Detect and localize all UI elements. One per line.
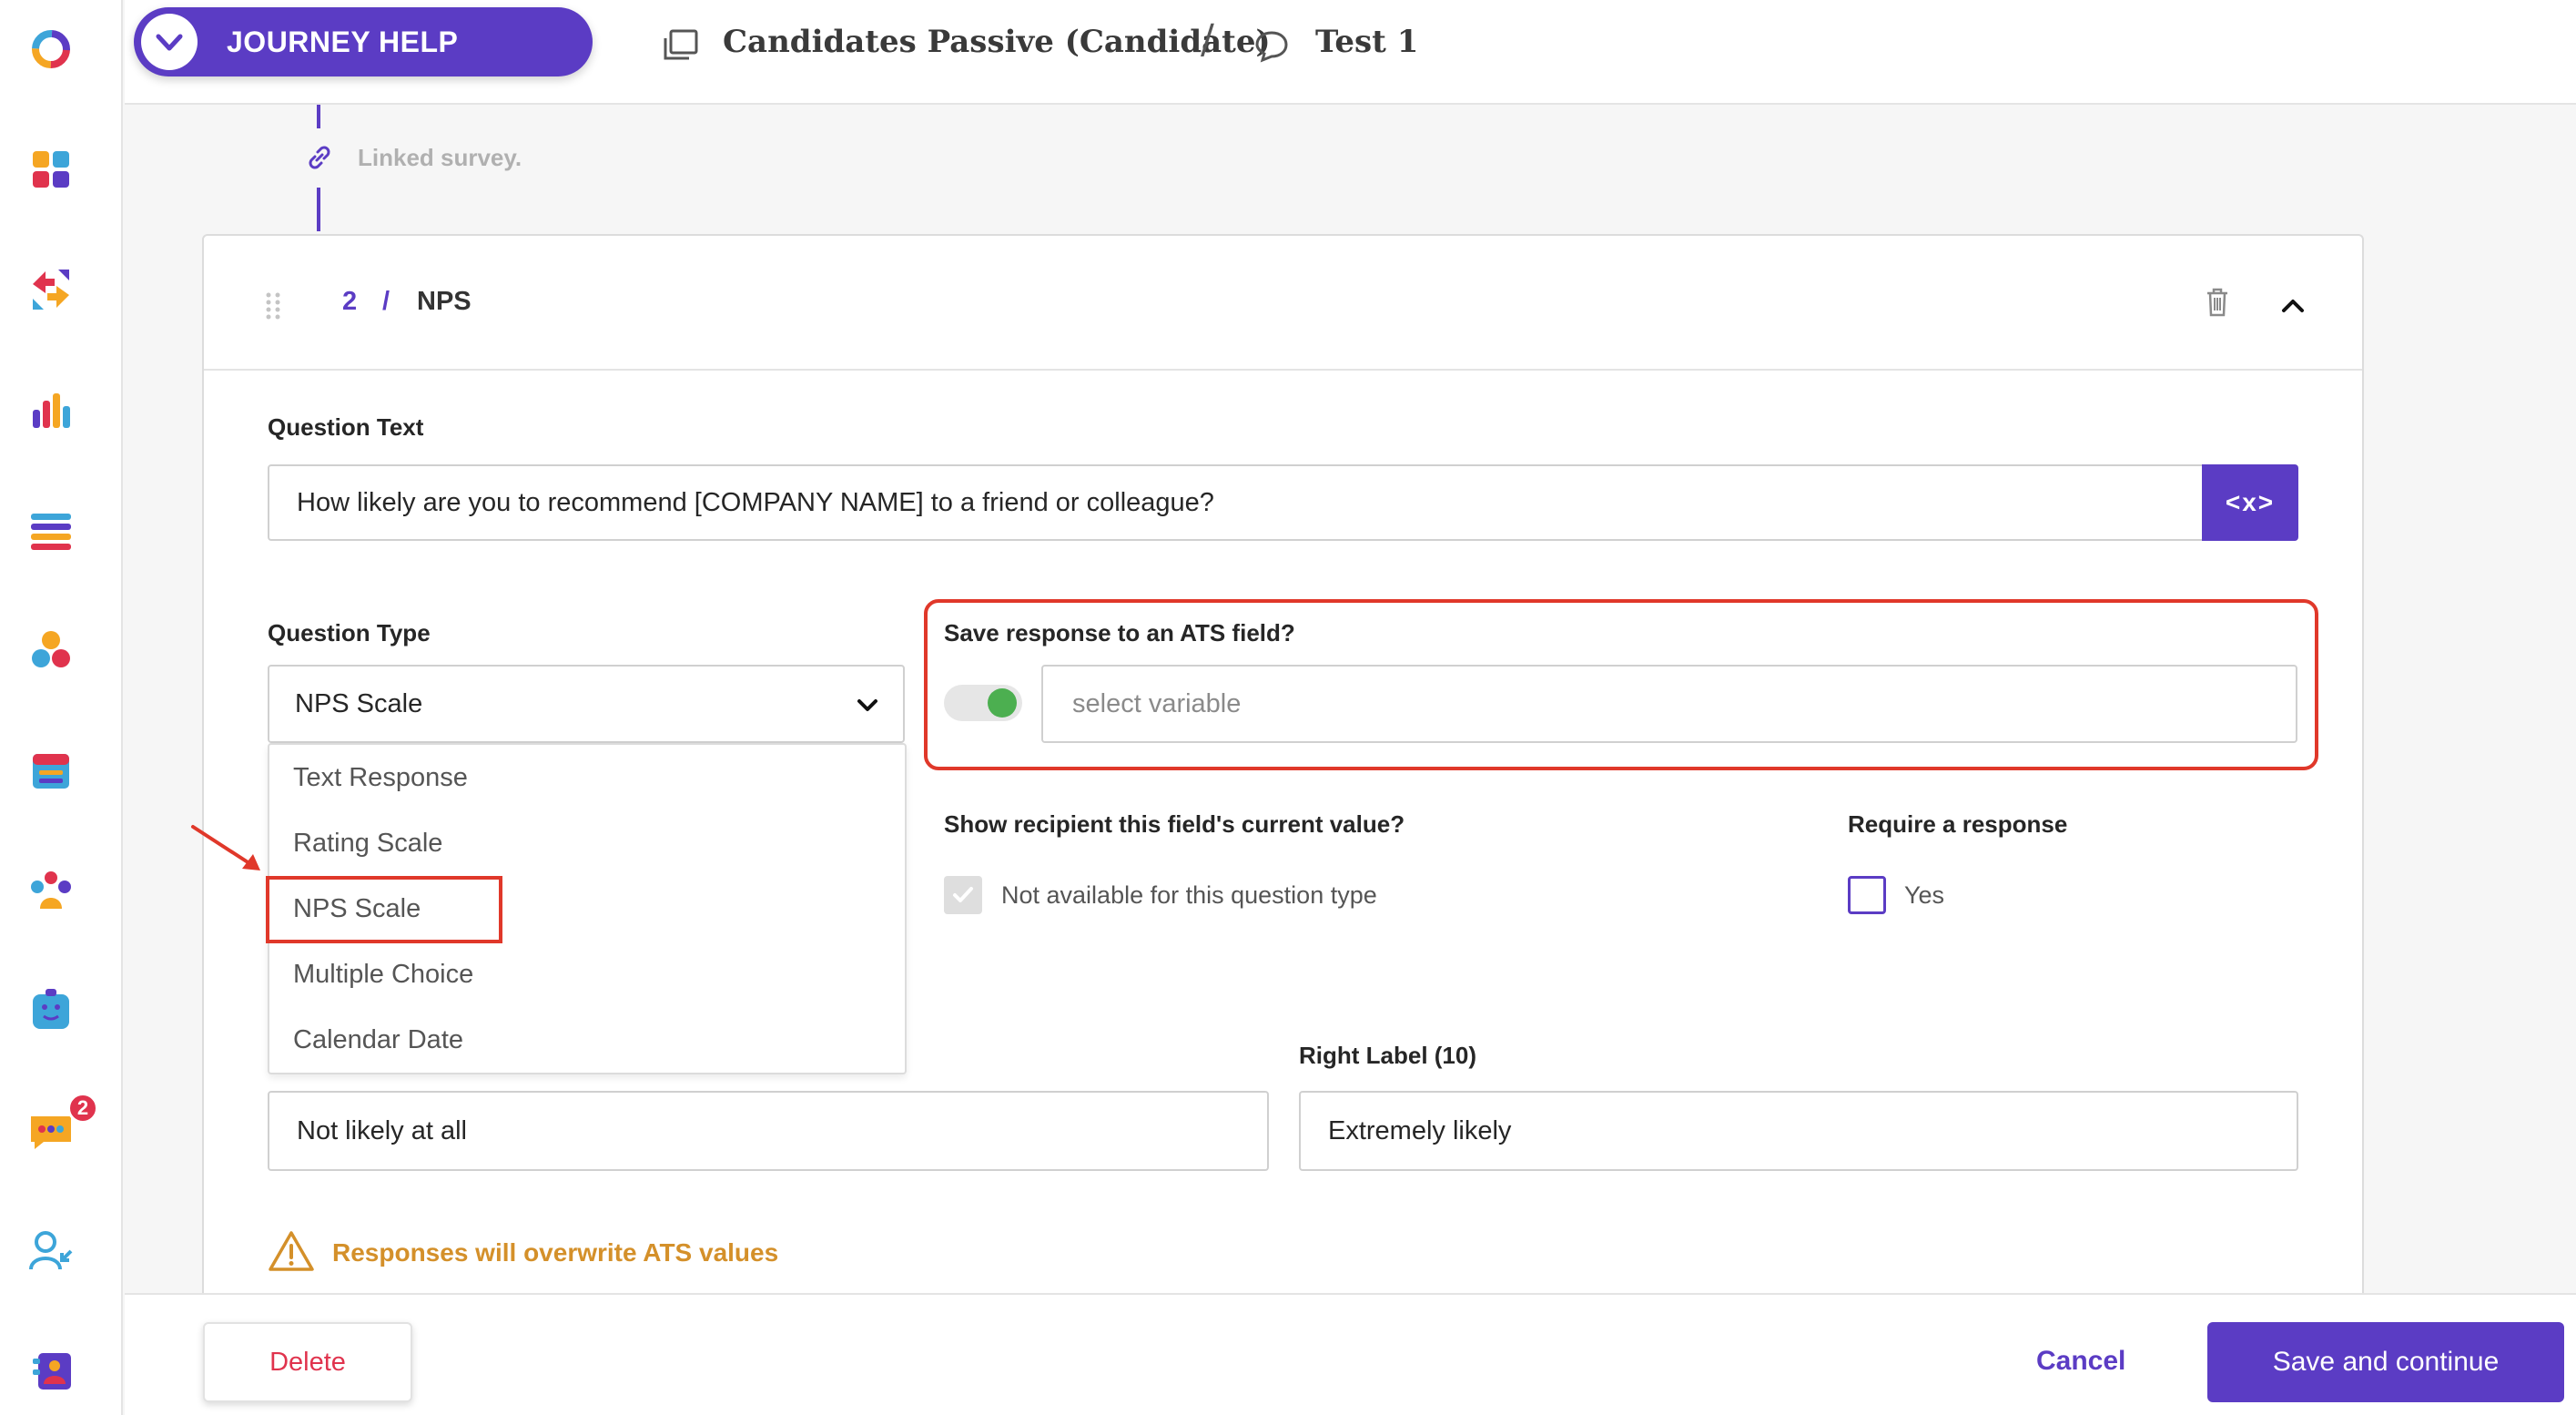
journeys-icon[interactable] <box>27 266 75 313</box>
chevron-up-icon[interactable] <box>2279 296 2307 314</box>
show-current-value-label: Show recipient this field's current valu… <box>944 810 1405 838</box>
chat-badge: 2 <box>67 1093 98 1124</box>
team-icon[interactable] <box>27 867 75 914</box>
question-type-label: Question Type <box>268 619 431 646</box>
ats-toggle-knob <box>988 688 1017 718</box>
link-icon <box>309 146 330 169</box>
insert-variable-button[interactable]: <x> <box>2202 464 2298 541</box>
question-type-select[interactable]: NPS Scale <box>268 665 905 743</box>
require-response-text: Yes <box>1904 881 1945 909</box>
question-text-input[interactable]: How likely are you to recommend [COMPANY… <box>268 464 2206 541</box>
require-response-label: Require a response <box>1848 810 2068 838</box>
ats-variable-placeholder: select variable <box>1072 688 1242 718</box>
chat-bubble-icon <box>1255 31 1288 63</box>
ats-overwrite-warning: Responses will overwrite ATS values <box>332 1238 779 1267</box>
left-label-value: Not likely at all <box>297 1115 467 1145</box>
option-calendar-date[interactable]: Calendar Date <box>293 1025 463 1055</box>
ats-field-label: Save response to an ATS field? <box>944 619 1295 646</box>
check-icon <box>953 887 973 902</box>
option-multiple-choice[interactable]: Multiple Choice <box>293 960 473 990</box>
logo-icon[interactable] <box>27 25 75 73</box>
show-current-checkbox[interactable] <box>944 876 982 914</box>
chevron-down-icon <box>857 699 877 711</box>
warning-icon <box>269 1231 314 1271</box>
linked-survey-label: Linked survey. <box>358 144 522 171</box>
question-name: NPS <box>417 287 472 316</box>
question-card-header[interactable]: 2 / NPS <box>204 236 2362 371</box>
right-label-value: Extremely likely <box>1328 1115 1512 1145</box>
breadcrumb-survey[interactable]: Test 1 <box>1315 24 1418 60</box>
ats-toggle[interactable] <box>944 685 1022 721</box>
breadcrumb-separator: / <box>1201 16 1214 63</box>
option-rating-scale[interactable]: Rating Scale <box>293 829 442 859</box>
user-import-icon[interactable] <box>27 1227 75 1275</box>
top-header: JOURNEY HELP Candidates Passive (Candida… <box>125 0 2576 105</box>
trash-icon[interactable] <box>2205 287 2230 318</box>
chevron-down-icon <box>141 14 198 70</box>
sidebar: 2 <box>0 0 123 1415</box>
segments-icon[interactable] <box>27 626 75 674</box>
breadcrumb-journey[interactable]: Candidates Passive (Candidate) <box>723 24 1271 60</box>
question-text-label: Question Text <box>268 413 424 441</box>
delete-button[interactable]: Delete <box>203 1322 412 1402</box>
contacts-icon[interactable] <box>27 1348 75 1395</box>
ats-variable-input[interactable]: select variable <box>1041 665 2297 743</box>
arrow-annotation-icon <box>191 825 260 870</box>
question-type-value: NPS Scale <box>295 688 423 718</box>
lists-icon[interactable] <box>27 506 75 554</box>
chat-icon[interactable] <box>27 1107 75 1155</box>
journey-help-button[interactable]: JOURNEY HELP <box>134 7 593 76</box>
cancel-button[interactable]: Cancel <box>2036 1346 2125 1377</box>
option-text-response[interactable]: Text Response <box>293 763 468 793</box>
question-text-value: How likely are you to recommend [COMPANY… <box>297 487 1214 517</box>
right-label-input[interactable]: Extremely likely <box>1299 1091 2298 1171</box>
timeline-line-bottom <box>317 188 320 231</box>
calendar-icon[interactable] <box>27 747 75 794</box>
left-label-input[interactable]: Not likely at all <box>268 1091 1269 1171</box>
journey-help-label: JOURNEY HELP <box>227 25 459 58</box>
nps-option-highlight <box>266 876 502 943</box>
bot-icon[interactable] <box>27 987 75 1034</box>
question-number: 2 <box>342 287 358 316</box>
drag-handle-icon[interactable] <box>264 290 282 321</box>
require-response-checkbox[interactable] <box>1848 876 1886 914</box>
footer-bar: Delete Cancel Save and continue <box>125 1293 2576 1415</box>
show-current-value-text: Not available for this question type <box>1001 881 1377 909</box>
save-and-continue-button[interactable]: Save and continue <box>2207 1322 2564 1402</box>
question-separator: / <box>382 287 390 316</box>
dashboard-icon[interactable] <box>27 146 75 193</box>
analytics-icon[interactable] <box>27 386 75 433</box>
copy-icon <box>664 29 698 60</box>
timeline-line-top <box>317 105 320 128</box>
right-label-title: Right Label (10) <box>1299 1042 1477 1069</box>
